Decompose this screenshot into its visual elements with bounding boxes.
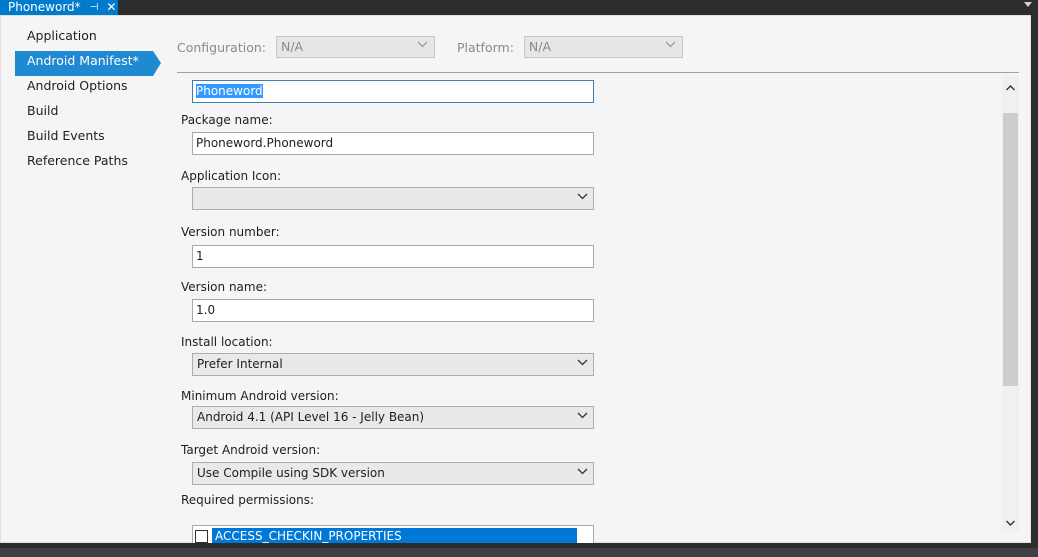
chevron-down-icon <box>577 412 588 419</box>
application-name-value: Phoneword <box>196 84 263 98</box>
min-android-version-select[interactable]: Android 4.1 (API Level 16 - Jelly Bean) <box>192 406 594 429</box>
project-properties-panel: Application Android Manifest* Android Op… <box>0 15 1031 543</box>
nav-item-android-options[interactable]: Android Options <box>15 76 161 101</box>
nav-item-application[interactable]: Application <box>15 26 161 51</box>
scrollbar-thumb[interactable] <box>1003 113 1018 386</box>
vertical-scrollbar[interactable] <box>1002 76 1019 531</box>
version-name-field[interactable]: 1.0 <box>192 299 594 322</box>
document-tab-bar: Phoneword* ⊣ ✕ <box>0 0 1038 15</box>
install-location-label: Install location: <box>181 335 273 349</box>
target-android-version-value: Use Compile using SDK version <box>197 466 385 480</box>
scroll-up-chevron-icon[interactable] <box>1002 80 1019 96</box>
permission-name: ACCESS_CHECKIN_PROPERTIES <box>212 528 577 543</box>
configuration-label: Configuration: <box>177 39 266 55</box>
target-android-version-label: Target Android version: <box>181 443 321 457</box>
tab-title: Phoneword* <box>8 0 81 14</box>
platform-label: Platform: <box>456 39 514 55</box>
version-number-field[interactable]: 1 <box>192 245 594 268</box>
configuration-select[interactable]: N/A <box>275 36 435 58</box>
target-android-version-select[interactable]: Use Compile using SDK version <box>192 462 594 485</box>
chevron-down-icon <box>417 41 428 48</box>
chevron-down-icon <box>577 193 588 200</box>
permission-checkbox[interactable] <box>195 530 208 543</box>
close-icon[interactable]: ✕ <box>106 0 116 15</box>
scroll-down-chevron-icon[interactable] <box>1002 515 1019 531</box>
application-name-field[interactable]: Phoneword <box>192 80 594 103</box>
manifest-form: Phoneword Package name: Phoneword.Phonew… <box>177 74 997 543</box>
min-android-version-label: Minimum Android version: <box>181 389 339 403</box>
install-location-value: Prefer Internal <box>197 357 283 371</box>
configuration-value: N/A <box>280 39 304 54</box>
platform-select[interactable]: N/A <box>523 36 683 58</box>
configuration-bar: Configuration: N/A Platform: N/A <box>177 35 683 59</box>
nav-item-build-events[interactable]: Build Events <box>15 126 161 151</box>
tab-overflow-chevron-icon[interactable] <box>1024 2 1032 7</box>
min-android-version-value: Android 4.1 (API Level 16 - Jelly Bean) <box>197 410 425 424</box>
nav-item-android-manifest[interactable]: Android Manifest* <box>15 51 161 76</box>
properties-nav: Application Android Manifest* Android Op… <box>15 26 161 176</box>
application-icon-select[interactable] <box>192 187 594 210</box>
application-icon-label: Application Icon: <box>181 169 281 183</box>
nav-item-build[interactable]: Build <box>15 101 161 126</box>
list-item[interactable]: ACCESS_CHECKIN_PROPERTIES <box>193 528 577 543</box>
required-permissions-list[interactable]: ACCESS_CHECKIN_PROPERTIES <box>192 525 594 543</box>
version-number-label: Version number: <box>181 225 280 239</box>
chevron-down-icon <box>665 41 676 48</box>
required-permissions-label: Required permissions: <box>181 493 315 507</box>
chevron-down-icon <box>577 359 588 366</box>
version-name-label: Version name: <box>181 280 268 294</box>
header-separator <box>177 72 1019 73</box>
horizontal-scroll-track <box>0 548 1038 557</box>
chevron-down-icon <box>577 468 588 475</box>
platform-value: N/A <box>528 39 552 54</box>
package-name-label: Package name: <box>181 113 273 127</box>
bottom-bar <box>0 543 1038 557</box>
document-tab-phoneword[interactable]: Phoneword* ⊣ ✕ <box>0 0 118 15</box>
install-location-select[interactable]: Prefer Internal <box>192 353 594 376</box>
nav-item-reference-paths[interactable]: Reference Paths <box>15 151 161 176</box>
pin-icon[interactable]: ⊣ <box>90 0 99 15</box>
package-name-field[interactable]: Phoneword.Phoneword <box>192 132 594 155</box>
